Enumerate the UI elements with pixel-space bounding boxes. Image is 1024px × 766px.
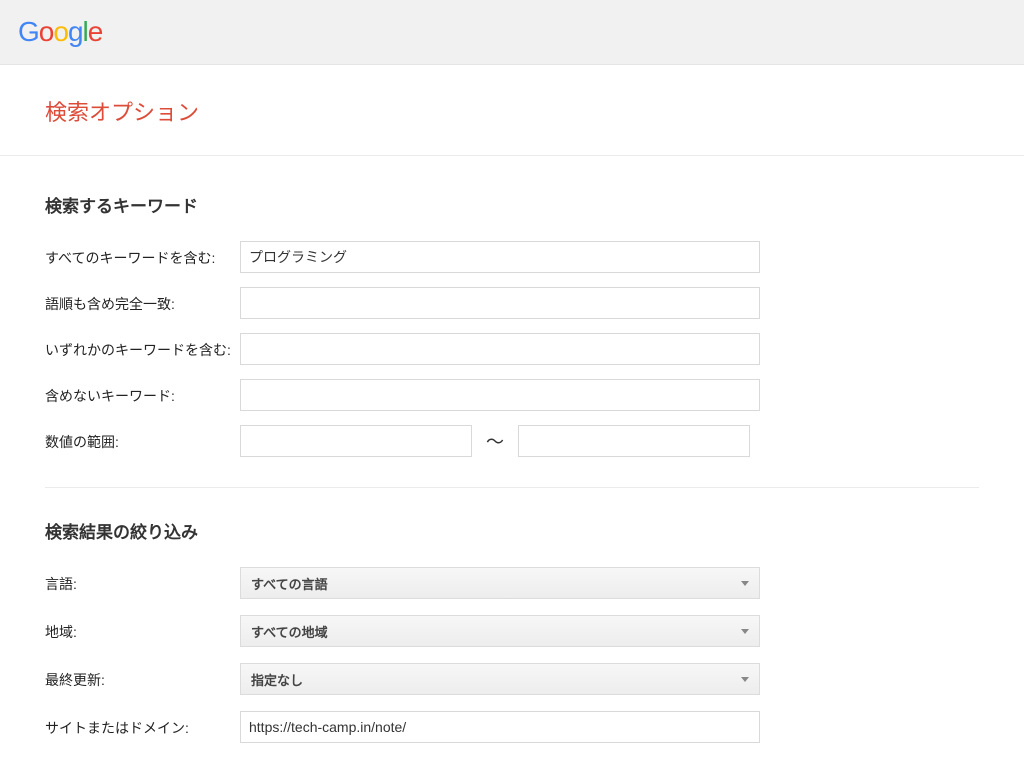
label-all-words: すべてのキーワードを含む: [45,241,240,268]
dropdown-region[interactable]: すべての地域 [240,615,760,647]
row-exact-phrase: 語順も含め完全一致: [45,287,979,319]
dropdown-last-update[interactable]: 指定なし [240,663,760,695]
narrow-heading: 検索結果の絞り込み [45,518,979,543]
label-none-words: 含めないキーワード: [45,379,240,406]
page-title-wrap: 検索オプション [0,65,1024,156]
input-range-to[interactable] [518,425,750,457]
label-any-words: いずれかのキーワードを含む: [45,333,240,360]
row-all-words: すべてのキーワードを含む: [45,241,979,273]
page-title: 検索オプション [45,95,979,127]
dropdown-language[interactable]: すべての言語 [240,567,760,599]
label-exact-phrase: 語順も含め完全一致: [45,287,240,314]
row-language: 言語: すべての言語 [45,567,979,599]
label-language: 言語: [45,567,240,594]
input-site-domain[interactable] [240,711,760,743]
input-exact-phrase[interactable] [240,287,760,319]
row-region: 地域: すべての地域 [45,615,979,647]
caret-down-icon [741,581,749,586]
row-site-domain: サイトまたはドメイン: [45,711,979,743]
row-number-range: 数値の範囲: 〜 [45,425,979,457]
label-region: 地域: [45,615,240,642]
row-any-words: いずれかのキーワードを含む: [45,333,979,365]
dropdown-region-value: すべての地域 [251,622,328,641]
input-none-words[interactable] [240,379,760,411]
top-bar: Google [0,0,1024,65]
google-logo[interactable]: Google [18,16,102,48]
caret-down-icon [741,677,749,682]
caret-down-icon [741,629,749,634]
range-separator: 〜 [486,428,504,454]
input-range-from[interactable] [240,425,472,457]
dropdown-last-update-value: 指定なし [251,670,303,689]
label-number-range: 数値の範囲: [45,425,240,452]
input-any-words[interactable] [240,333,760,365]
dropdown-language-value: すべての言語 [251,574,328,593]
label-site-domain: サイトまたはドメイン: [45,711,240,738]
input-all-words[interactable] [240,241,760,273]
keywords-heading: 検索するキーワード [45,192,979,217]
label-last-update: 最終更新: [45,663,240,690]
section-divider [45,487,979,488]
row-none-words: 含めないキーワード: [45,379,979,411]
row-last-update: 最終更新: 指定なし [45,663,979,695]
